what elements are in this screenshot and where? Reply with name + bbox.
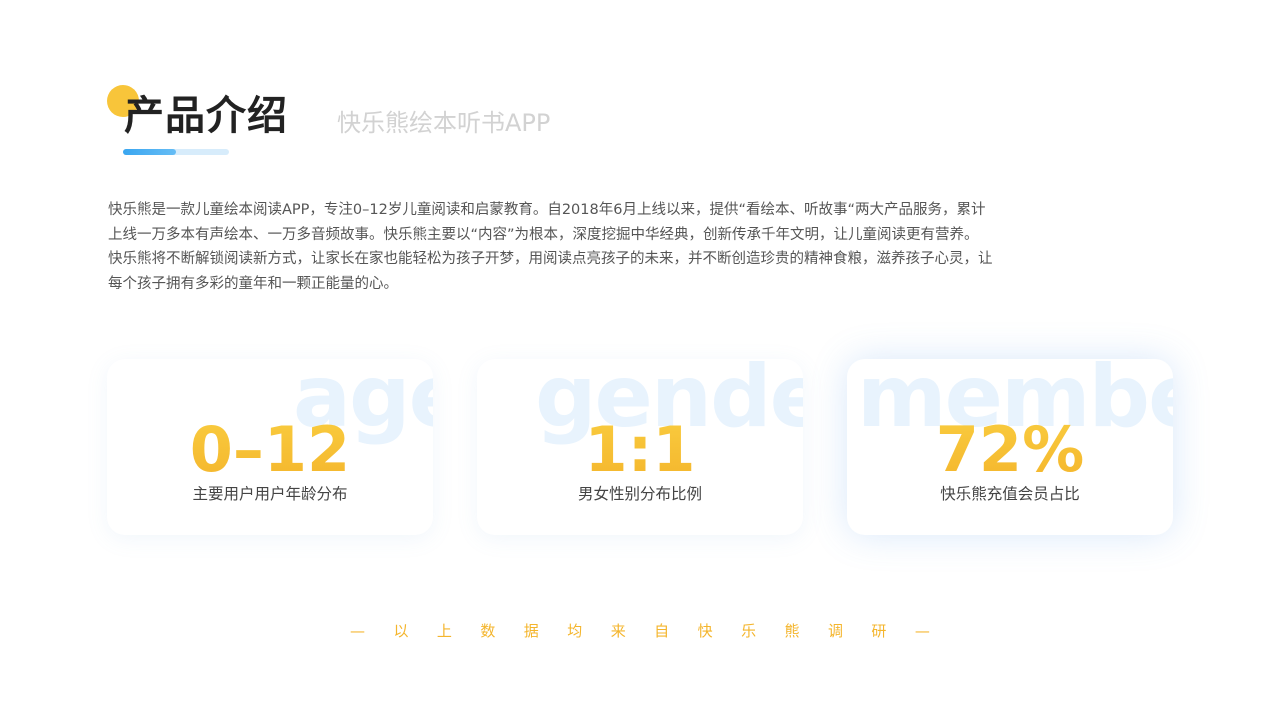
page-title: 产品介绍 (124, 93, 288, 139)
intro-paragraph: 快乐熊是一款儿童绘本阅读APP，专注0–12岁儿童阅读和启蒙教育。自2018年6… (108, 198, 1098, 296)
page-subtitle: 快乐熊绘本听书APP (337, 109, 551, 137)
footer-char: 乐 (741, 622, 757, 640)
footer-char: 据 (523, 622, 539, 640)
title-underline-accent (123, 149, 176, 155)
stat-card-gender[interactable]: gender 1:1 男女性别分布比例 (477, 359, 803, 535)
intro-line: 每个孩子拥有多彩的童年和一颗正能量的心。 (108, 275, 398, 292)
stat-value: 0–12 (107, 415, 433, 485)
footer-char: 调 (827, 622, 843, 640)
footer-char: 来 (610, 622, 626, 640)
footer-char: 快 (697, 622, 713, 640)
intro-line: 上线一万多本有声绘本、一万多音频故事。快乐熊主要以“内容”为根本，深度挖掘中华经… (108, 226, 979, 243)
footer-char: 数 (480, 622, 496, 640)
stat-card-member[interactable]: member 72% 快乐熊充值会员占比 (847, 359, 1173, 535)
stat-label: 快乐熊充值会员占比 (940, 485, 1080, 503)
footer-char: 研 (871, 622, 887, 640)
footer-char: — (350, 622, 365, 640)
data-source-note: — 以 上 数 据 均 来 自 快 乐 熊 调 研 — (350, 620, 930, 642)
stat-card-age[interactable]: age 0–12 主要用户用户年龄分布 (107, 359, 433, 535)
footer-char: 以 (393, 622, 409, 640)
footer-char: 均 (567, 622, 583, 640)
footer-char: — (914, 622, 930, 640)
stat-label: 主要用户用户年龄分布 (192, 485, 348, 503)
stat-label: 男女性别分布比例 (577, 485, 702, 503)
footer-char: 上 (436, 622, 452, 640)
footer-char: 自 (654, 622, 670, 640)
intro-line: 快乐熊是一款儿童绘本阅读APP，专注0–12岁儿童阅读和启蒙教育。自2018年6… (108, 202, 986, 218)
footer-char: 熊 (784, 622, 800, 640)
title-underline (123, 149, 229, 155)
stat-value: 1:1 (477, 415, 803, 485)
intro-line: 快乐熊将不断解锁阅读新方式，让家长在家也能轻松为孩子开梦，用阅读点亮孩子的未来，… (108, 251, 993, 267)
stat-value: 72% (847, 415, 1173, 485)
